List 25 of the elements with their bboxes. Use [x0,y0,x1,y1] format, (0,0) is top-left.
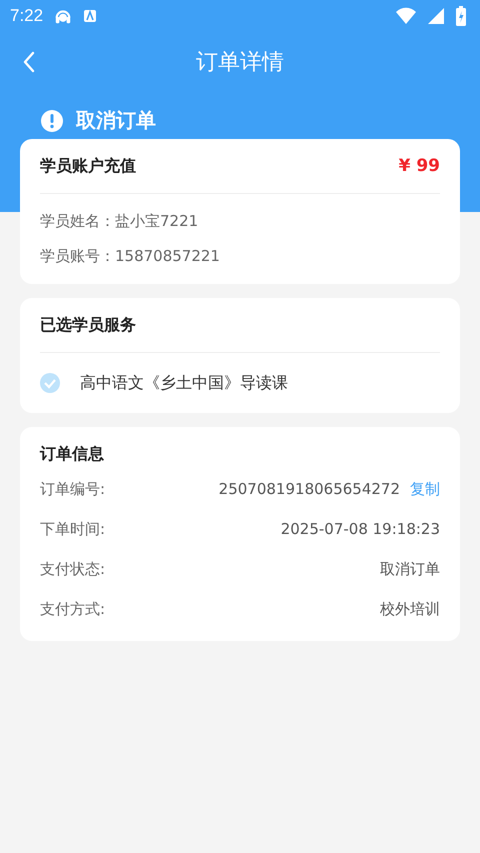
page-title: 订单详情 [196,49,284,77]
back-icon[interactable] [22,50,36,74]
status-time: 7:22 [10,6,44,26]
info-label: 下单时间: [40,520,106,538]
order-status: 取消订单 [76,107,156,134]
price: ¥ 99 [398,156,440,176]
card-title: 已选学员服务 [40,314,136,336]
account-detail: 学员账号：15870857221 [40,247,221,266]
info-label: 支付状态: [40,560,106,578]
battery-icon [456,6,466,26]
copy-link[interactable]: 复制 [410,480,440,498]
info-value: 2025-07-08 19:18:23 [280,520,440,538]
wifi-icon [396,7,416,25]
info-label: 订单编号: [40,480,106,498]
info-label: 支付方式: [40,600,106,618]
card-title: 学员账户充值 [40,156,136,176]
info-value: 取消订单 [380,560,440,578]
alert-icon [40,108,64,132]
check-icon[interactable] [40,373,60,393]
account-detail: 学员姓名：盐小宝7221 [40,212,200,231]
info-value: 校外培训 [380,600,440,618]
card-title: 订单信息 [40,443,105,465]
info-value: 2507081918065654272 [218,480,400,498]
service-name: 高中语文《乡土中国》导读课 [80,372,288,394]
signal-icon [426,7,446,25]
